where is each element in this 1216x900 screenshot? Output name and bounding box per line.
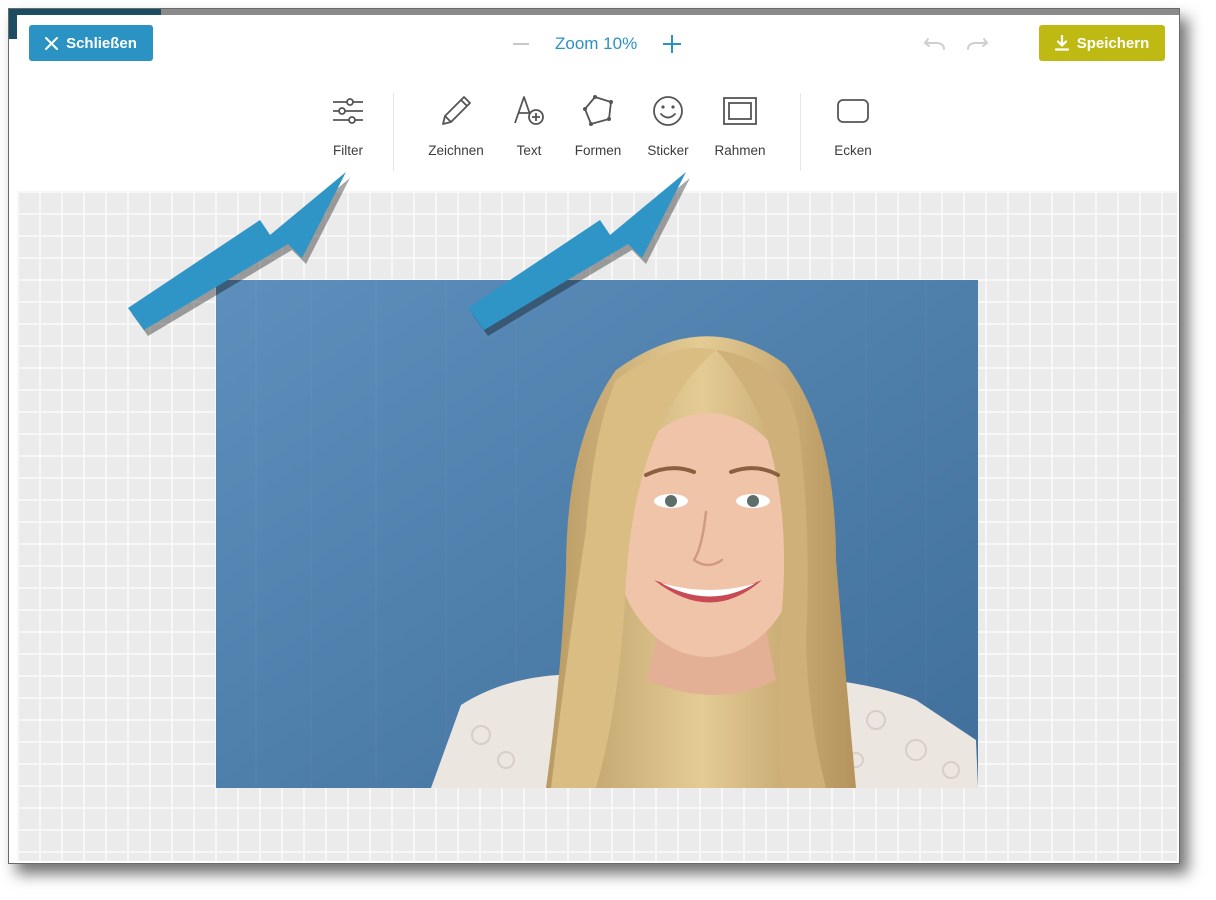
save-button-label: Speichern (1076, 34, 1150, 52)
annotation-arrow-sticker (468, 172, 690, 336)
zoom-level: Zoom 10% (555, 34, 638, 53)
tool-corners-label: Ecken (834, 143, 872, 158)
undo-icon[interactable] (923, 35, 947, 53)
tool-text[interactable]: Text (489, 93, 569, 173)
frame-icon (723, 97, 757, 125)
tool-draw-label: Zeichnen (428, 143, 484, 158)
tool-shapes-label: Formen (574, 143, 622, 158)
tool-corners[interactable]: Ecken (813, 93, 893, 173)
pencil-icon (442, 96, 471, 125)
window-frame: Schließen Zoom 10% Speichern Filter Zeic… (8, 8, 1180, 864)
zoom-control: Zoom 10% (513, 29, 682, 59)
save-button[interactable]: Speichern (1039, 25, 1165, 61)
zoom-out-icon[interactable] (513, 43, 529, 45)
tool-sticker-label: Sticker (647, 143, 689, 158)
text-add-icon (514, 96, 544, 125)
close-button-label: Schließen (66, 34, 137, 52)
annotation-arrow-filter (128, 172, 350, 336)
toolbar-divider (800, 93, 801, 171)
tool-shapes[interactable]: Formen (558, 93, 638, 173)
editor-topbar: Schließen Zoom 10% Speichern (17, 15, 1177, 74)
polygon-icon (583, 95, 613, 126)
tool-draw[interactable]: Zeichnen (416, 93, 496, 173)
download-icon (1054, 35, 1069, 51)
portrait-image (216, 280, 978, 788)
close-button[interactable]: Schließen (29, 25, 153, 61)
tool-filter-label: Filter (333, 143, 363, 158)
close-icon (45, 36, 59, 50)
tool-sticker[interactable]: Sticker (628, 93, 708, 173)
zoom-in-icon[interactable] (663, 35, 682, 53)
photo-editor: Schließen Zoom 10% Speichern Filter Zeic… (17, 15, 1177, 861)
tool-text-label: Text (516, 143, 542, 158)
toolbar-divider (393, 93, 394, 171)
edited-photo[interactable] (216, 280, 978, 788)
tool-frame-label: Rahmen (714, 143, 766, 158)
rounded-corner-icon (837, 99, 869, 123)
tool-frame[interactable]: Rahmen (700, 93, 780, 173)
redo-icon[interactable] (965, 35, 989, 53)
smiley-icon (653, 96, 683, 126)
sliders-icon (333, 98, 363, 124)
tool-filter[interactable]: Filter (308, 93, 388, 173)
